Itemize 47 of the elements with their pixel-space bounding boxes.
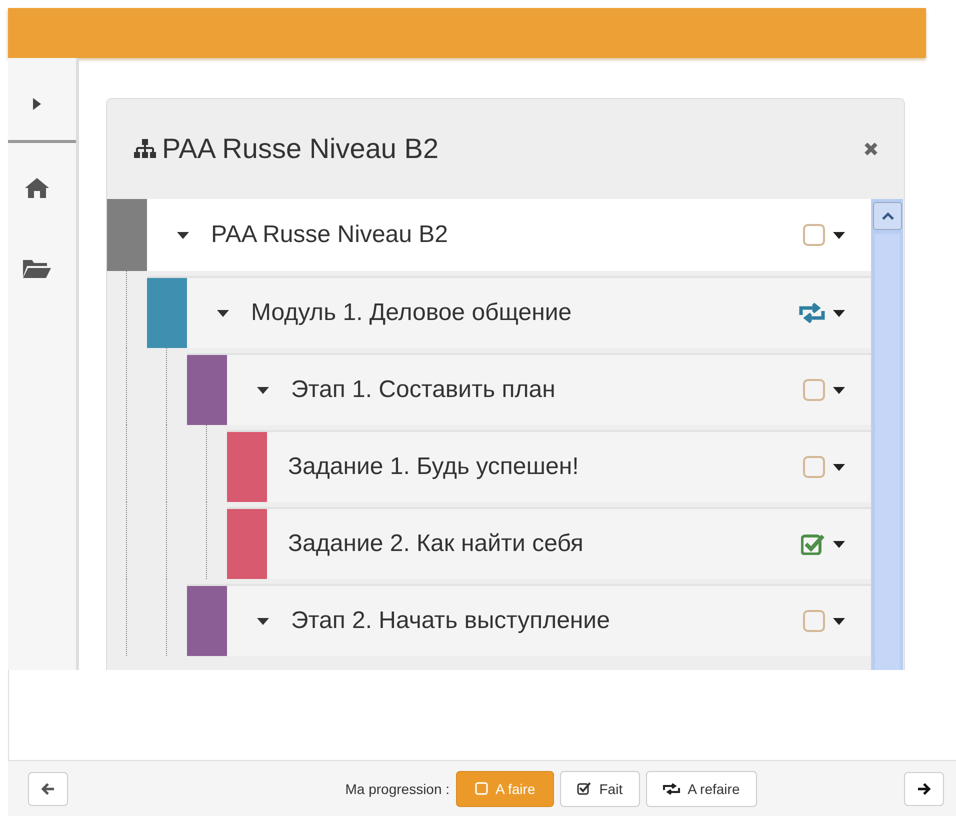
dropdown-caret-icon[interactable] [833, 232, 845, 238]
progress-button[interactable]: A refaire [646, 770, 757, 806]
tree-item[interactable]: PAA Russe Niveau B2 [107, 199, 871, 271]
tree-item-label: Задание 2. Как найти себя [288, 530, 584, 558]
next-button[interactable] [904, 772, 944, 806]
empty-checkbox-icon[interactable] [803, 610, 825, 632]
caret-icon[interactable] [257, 386, 269, 394]
progress-label: Ma progression : [345, 780, 450, 796]
home-icon[interactable] [24, 177, 50, 199]
tree-item[interactable]: Этап 2. Начать выступление [187, 584, 871, 656]
checked-box-icon[interactable] [801, 533, 825, 555]
caret-icon[interactable] [177, 232, 189, 238]
right-arrow-icon [917, 782, 931, 794]
folder-icon[interactable] [22, 257, 52, 279]
dropdown-caret-icon[interactable] [833, 464, 845, 470]
dropdown-caret-icon[interactable] [833, 386, 845, 394]
empty-checkbox-icon[interactable] [803, 379, 825, 401]
tree-item[interactable]: Задание 1. Будь успешен! [227, 430, 871, 502]
tree-item[interactable]: Этап 1. Составить план [187, 353, 871, 425]
left-arrow-icon [41, 782, 55, 794]
progress-button[interactable]: Fait [560, 770, 640, 806]
scrollbar[interactable] [871, 199, 903, 670]
tree-item-label: Этап 1. Составить план [291, 376, 556, 404]
empty-checkbox-icon[interactable] [803, 224, 825, 246]
tree-item-label: Этап 2. Начать выступление [291, 607, 611, 635]
empty-checkbox-icon[interactable] [803, 456, 825, 478]
caret-icon[interactable] [217, 310, 229, 316]
tree-item-label: Модуль 1. Деловое общение [251, 299, 573, 327]
dropdown-caret-icon[interactable] [833, 540, 845, 548]
close-icon[interactable] [863, 141, 879, 157]
tree-item-label: Задание 1. Будь успешен! [288, 453, 580, 481]
tree-item[interactable]: Модуль 1. Деловое общение [147, 276, 871, 348]
scroll-up-button[interactable] [873, 202, 902, 230]
tree-item[interactable]: Задание 2. Как найти себя [227, 507, 871, 579]
empty-checkbox-icon [474, 782, 488, 795]
chevron-up-icon [882, 212, 894, 220]
dropdown-caret-icon[interactable] [833, 310, 845, 316]
checked-box-icon [577, 782, 592, 795]
dropdown-caret-icon[interactable] [833, 618, 845, 624]
caret-icon[interactable] [257, 618, 269, 624]
tree-item-label: PAA Russe Niveau B2 [211, 221, 450, 249]
expand-icon[interactable] [32, 97, 42, 111]
repeat-icon[interactable] [799, 303, 825, 323]
previous-button[interactable] [28, 772, 68, 806]
panel-title: PAA Russe Niveau B2 [162, 133, 440, 165]
repeat-icon [662, 782, 680, 794]
sitemap-icon [134, 139, 156, 159]
